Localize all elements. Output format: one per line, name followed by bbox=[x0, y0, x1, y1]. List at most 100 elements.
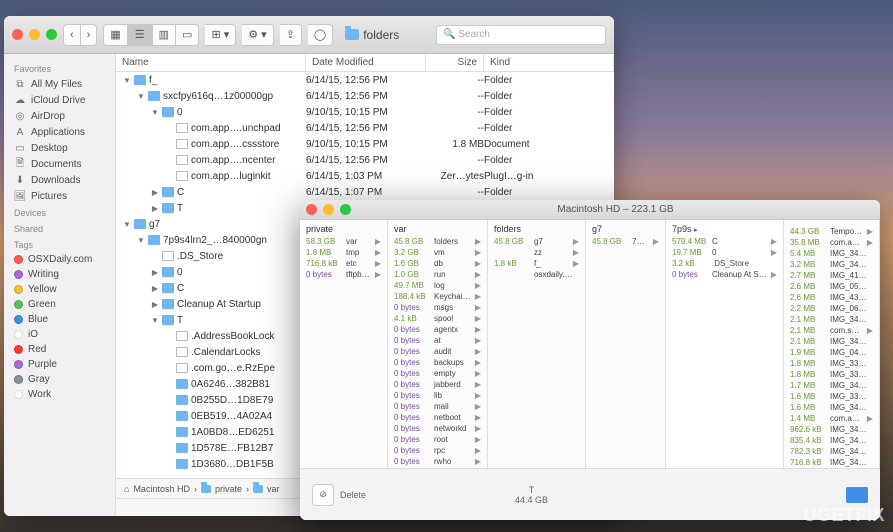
disk-row[interactable]: 962.6 kBIMG_3463.PNG bbox=[784, 424, 879, 435]
file-row[interactable]: com.app….ncenter6/14/15, 12:56 PM--Folde… bbox=[116, 152, 614, 168]
disk-row[interactable]: 3.2 MBIMG_3445.MOV.m bbox=[784, 259, 879, 270]
disk-row[interactable]: 579.4 MBC▶ bbox=[666, 236, 783, 247]
view-icon-button[interactable]: ▦ bbox=[103, 24, 127, 46]
disclosure-icon[interactable]: ▶ bbox=[151, 284, 159, 293]
file-row[interactable]: com.app….cssstore9/10/15, 10:15 PM1.8 MB… bbox=[116, 136, 614, 152]
col-size[interactable]: Size bbox=[426, 54, 484, 71]
disk-row[interactable]: 49.7 MBlog▶ bbox=[388, 280, 487, 291]
disclosure-icon[interactable]: ▶ bbox=[151, 268, 159, 277]
back-button[interactable]: ‹ bbox=[63, 24, 81, 46]
disk-row[interactable]: 188.4 kBKeychains▶ bbox=[388, 291, 487, 302]
disk-row[interactable]: 2.1 MBIMG_3468.PNG bbox=[784, 314, 879, 325]
disk-row[interactable]: 2.1 MBcom.skitch.skitch▶ bbox=[784, 325, 879, 336]
sidebar-item[interactable]: ⧉All My Files bbox=[4, 76, 115, 92]
disk-row[interactable]: 0 byteslib▶ bbox=[388, 390, 487, 401]
disk-row[interactable]: 0 bytesjabberd▶ bbox=[388, 379, 487, 390]
sidebar-tag[interactable]: Purple bbox=[4, 357, 115, 372]
disclosure-icon[interactable]: ▶ bbox=[151, 300, 159, 309]
disk-row[interactable]: 0 bytesCleanup At Startu▶ bbox=[666, 269, 783, 280]
share-button[interactable]: ⇪ bbox=[280, 24, 302, 46]
disk-row[interactable]: 0 bytestftpboot▶ bbox=[300, 269, 387, 280]
file-row[interactable]: ▼sxcfpy616q…1z00000gp6/14/15, 12:56 PM--… bbox=[116, 88, 614, 104]
disk-row[interactable]: 45.8 GB7p9s▶ bbox=[586, 236, 665, 247]
delete-button[interactable]: ⊘ bbox=[312, 484, 334, 506]
disk-row[interactable]: 0 bytesroot▶ bbox=[388, 434, 487, 445]
disk-row[interactable]: 0 bytesmsgs▶ bbox=[388, 302, 487, 313]
tags-button[interactable]: ◯ bbox=[308, 24, 333, 46]
file-row[interactable]: ▼09/10/15, 10:15 PM--Folder bbox=[116, 104, 614, 120]
col-date[interactable]: Date Modified bbox=[306, 54, 426, 71]
disclosure-icon[interactable]: ▼ bbox=[151, 108, 159, 117]
disclosure-icon[interactable]: ▶ bbox=[151, 188, 159, 197]
disk-row[interactable]: 0 bytesrwho▶ bbox=[388, 456, 487, 467]
disk-row[interactable]: 2.2 MBIMG_0608.JPG bbox=[784, 303, 879, 314]
col-name[interactable]: Name bbox=[116, 54, 306, 71]
disk-row[interactable]: 3.2 kB.DS_Store bbox=[666, 258, 783, 269]
disk-row[interactable]: 835.4 kBIMG_3462.PNG bbox=[784, 435, 879, 446]
sidebar-item[interactable]: 🖼Pictures bbox=[4, 188, 115, 204]
disclosure-icon[interactable]: ▼ bbox=[137, 236, 145, 245]
disk-row[interactable]: 0 bytesat▶ bbox=[388, 335, 487, 346]
sidebar-tag[interactable]: iO bbox=[4, 327, 115, 342]
view-list-button[interactable]: ☰ bbox=[128, 24, 152, 46]
sidebar-item[interactable]: 🗎Documents bbox=[4, 156, 115, 172]
minimize-icon[interactable] bbox=[323, 204, 334, 215]
disk-row[interactable]: 45.8 GBg7▶ bbox=[488, 236, 585, 247]
disk-row[interactable]: 2.6 MBIMG_4310.jpeg bbox=[784, 292, 879, 303]
disk-row[interactable]: 2.7 MBIMG_4198.jpeg bbox=[784, 270, 879, 281]
disk-row[interactable]: 0 bytesaudit▶ bbox=[388, 346, 487, 357]
disk-row[interactable]: 0 bytesmail▶ bbox=[388, 401, 487, 412]
disk-row[interactable]: 1.8 MBIMG_3393.PNG bbox=[784, 358, 879, 369]
disk-row[interactable]: 0 bytesempty▶ bbox=[388, 368, 487, 379]
disk-row[interactable]: 0 bytesbackups▶ bbox=[388, 357, 487, 368]
disk-row[interactable]: 19.7 MB0▶ bbox=[666, 247, 783, 258]
disk-row[interactable]: 1.8 MBIMG_3379.JPG bbox=[784, 369, 879, 380]
sidebar-tag[interactable]: Gray bbox=[4, 372, 115, 387]
disk-row[interactable]: 1.8 kBf_▶ bbox=[488, 258, 585, 269]
search-input[interactable]: 🔍 Search bbox=[436, 25, 606, 45]
file-row[interactable]: ▶C6/14/15, 1:07 PM--Folder bbox=[116, 184, 614, 200]
disk-row[interactable]: 1.8 MBtmp▶ bbox=[300, 247, 387, 258]
file-row[interactable]: ▼f_6/14/15, 12:56 PM--Folder bbox=[116, 72, 614, 88]
sidebar-tag[interactable]: Blue bbox=[4, 312, 115, 327]
disclosure-icon[interactable]: ▼ bbox=[151, 316, 159, 325]
sidebar-tag[interactable]: OSXDaily.com bbox=[4, 252, 115, 267]
col-kind[interactable]: Kind bbox=[484, 54, 614, 71]
disk-row[interactable]: 1.6 MBIMG_3353.PNG bbox=[784, 391, 879, 402]
disk-row[interactable]: 4.1 kBspool▶ bbox=[388, 313, 487, 324]
disclosure-icon[interactable]: ▼ bbox=[123, 220, 131, 229]
sidebar-item[interactable]: ◎AirDrop bbox=[4, 108, 115, 124]
zoom-icon[interactable] bbox=[340, 204, 351, 215]
disk-row[interactable]: osxdaily.com bbox=[488, 269, 585, 280]
disclosure-icon[interactable]: ▼ bbox=[137, 92, 145, 101]
disk-row[interactable]: 2.1 MBIMG_3464.PNG bbox=[784, 336, 879, 347]
disk-row[interactable]: 716.8 kBetc▶ bbox=[300, 258, 387, 269]
disk-row[interactable]: 1.7 MBIMG_3465.PNG bbox=[784, 380, 879, 391]
disk-row[interactable]: 0 bytesnetworkd▶ bbox=[388, 423, 487, 434]
file-row[interactable]: com.app….unchpad6/14/15, 12:56 PM--Folde… bbox=[116, 120, 614, 136]
view-column-button[interactable]: ▥ bbox=[152, 24, 176, 46]
disk-row[interactable]: 1.0 GBrun▶ bbox=[388, 269, 487, 280]
disk-row[interactable]: 35.8 MBcom.apple.iChat▶ bbox=[784, 237, 879, 248]
disk-row[interactable]: 58.3 GBvar▶ bbox=[300, 236, 387, 247]
disk-row[interactable]: 44.3 GBTemporaryItems▶ bbox=[784, 226, 879, 237]
minimize-icon[interactable] bbox=[29, 29, 40, 40]
sidebar-tag[interactable]: Yellow bbox=[4, 282, 115, 297]
disclosure-icon[interactable]: ▶ bbox=[151, 204, 159, 213]
disk-row[interactable]: 1.9 MBIMG_0455.JPG bbox=[784, 347, 879, 358]
zoom-icon[interactable] bbox=[46, 29, 57, 40]
sidebar-item[interactable]: ▭Desktop bbox=[4, 140, 115, 156]
disk-row[interactable]: 1.6 GBdb▶ bbox=[388, 258, 487, 269]
disk-row[interactable]: 5.4 MBIMG_3445.MOV.m bbox=[784, 248, 879, 259]
sidebar-item[interactable]: ☁iCloud Drive bbox=[4, 92, 115, 108]
sidebar-tag[interactable]: Green bbox=[4, 297, 115, 312]
sidebar-tag[interactable]: Writing bbox=[4, 267, 115, 282]
forward-button[interactable]: › bbox=[81, 24, 98, 46]
sidebar-tag[interactable]: Red bbox=[4, 342, 115, 357]
disk-row[interactable]: 0 bytesnetboot▶ bbox=[388, 412, 487, 423]
file-row[interactable]: com.app…luginkit6/14/15, 1:03 PMZer…ytes… bbox=[116, 168, 614, 184]
close-icon[interactable] bbox=[12, 29, 23, 40]
action-button[interactable]: ⚙ ▾ bbox=[242, 24, 273, 46]
disk-row[interactable]: 0 bytesagentx▶ bbox=[388, 324, 487, 335]
view-toggle-button[interactable] bbox=[846, 487, 868, 503]
